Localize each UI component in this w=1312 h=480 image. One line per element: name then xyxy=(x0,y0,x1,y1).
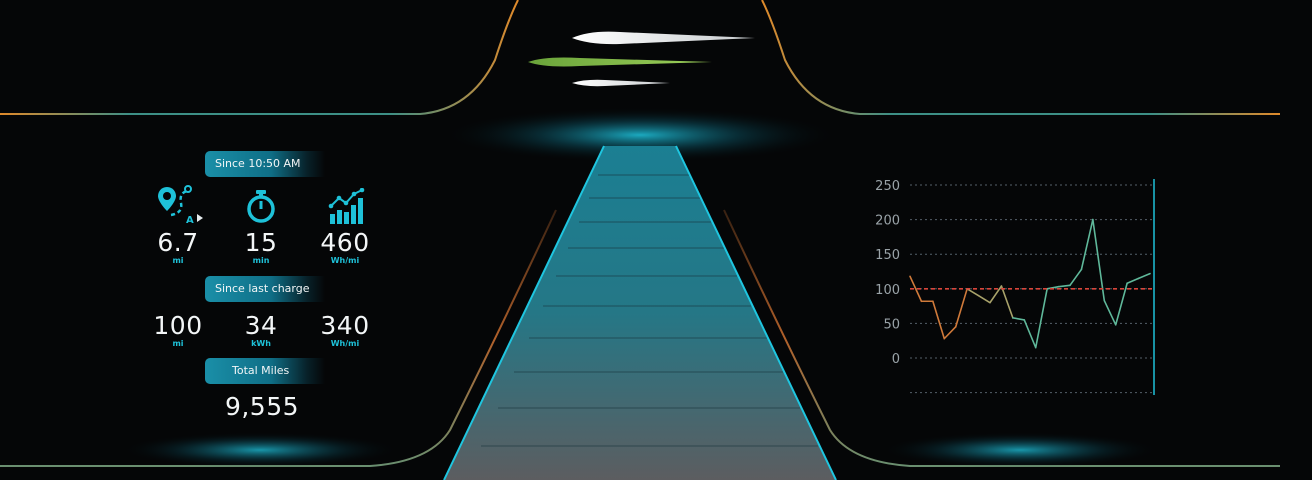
trip-duration-stat: 15 min xyxy=(221,230,301,266)
dashboard-stage: Since 10:50 AM A 6.7 mi 15 min 460 Wh/mi… xyxy=(0,0,1312,480)
charge-energy-unit: kWh xyxy=(251,339,271,348)
svg-text:A: A xyxy=(186,215,194,223)
series-segment xyxy=(977,294,991,304)
y-tick-label: 150 xyxy=(875,248,900,263)
y-tick-label: 0 xyxy=(892,352,900,367)
series-segment xyxy=(1012,317,1026,321)
charge-energy-value: 34 xyxy=(244,311,278,340)
total-miles-label: Total Miles xyxy=(232,364,290,377)
series-segment xyxy=(1057,284,1071,288)
charge-efficiency-stat: 340 Wh/mi xyxy=(305,313,385,349)
series-segment xyxy=(1034,288,1048,349)
odometer-value: 9,555 xyxy=(224,392,300,421)
total-miles-header: Total Miles xyxy=(205,358,325,384)
charge-distance-unit: mi xyxy=(172,339,184,348)
trip-duration-unit: min xyxy=(252,256,270,265)
trip-efficiency-stat: 460 Wh/mi xyxy=(305,230,385,266)
charge-distance-stat: 100 mi xyxy=(138,313,218,349)
charge-distance-value: 100 xyxy=(153,311,203,340)
trip-efficiency-unit: Wh/mi xyxy=(330,256,360,265)
trip-distance-value: 6.7 xyxy=(157,228,199,257)
efficiency-chart-panel: 250 200 150 100 50 0 xyxy=(860,170,1180,410)
route-pin-icon: A xyxy=(157,183,205,227)
charge-efficiency-value: 340 xyxy=(320,311,370,340)
series-segment xyxy=(966,288,980,297)
y-tick-label: 100 xyxy=(875,283,900,298)
since-charge-header: Since last charge xyxy=(205,276,325,302)
since-charge-label: Since last charge xyxy=(215,282,310,295)
series-segment xyxy=(1069,268,1083,287)
series-segment xyxy=(1023,319,1037,349)
bar-chart-trend-icon xyxy=(328,187,366,228)
since-time-header: Since 10:50 AM xyxy=(205,151,325,177)
trip-panel: Since 10:50 AM A 6.7 mi 15 min 460 Wh/mi… xyxy=(0,0,440,480)
series-segment xyxy=(943,326,957,340)
trip-efficiency-value: 460 xyxy=(320,228,370,257)
series-segment xyxy=(1103,299,1117,326)
efficiency-line-chart: 250 200 150 100 50 0 xyxy=(875,179,1155,395)
series-segment xyxy=(1126,277,1140,285)
series-segment xyxy=(954,288,968,328)
series-segment xyxy=(1000,285,1014,319)
series-segment xyxy=(1080,218,1094,271)
y-tick-label: 50 xyxy=(883,317,900,332)
charge-energy-stat: 34 kWh xyxy=(221,313,301,349)
series-segment xyxy=(1137,272,1151,280)
y-tick-label: 250 xyxy=(875,179,900,194)
stopwatch-icon xyxy=(244,190,278,228)
since-time-label: Since 10:50 AM xyxy=(215,157,301,170)
trip-distance-unit: mi xyxy=(172,256,184,265)
trip-duration-value: 15 xyxy=(244,228,278,257)
series-segment xyxy=(932,300,946,340)
trip-distance-stat: 6.7 mi xyxy=(138,230,218,266)
y-tick-label: 200 xyxy=(875,214,900,229)
charge-efficiency-unit: Wh/mi xyxy=(330,339,360,348)
